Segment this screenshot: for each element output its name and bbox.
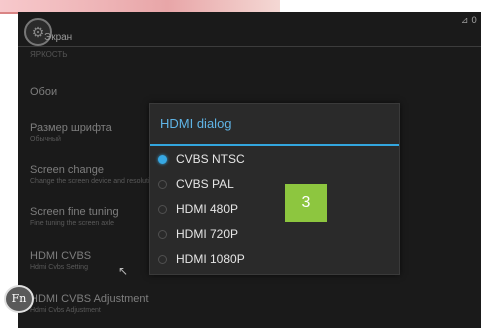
option-label: HDMI 480P [176,202,239,216]
header-divider [18,46,481,47]
setting-title: Размер шрифта [30,122,112,134]
setting-item-hdmi-cvbs-adjustment[interactable]: HDMI CVBS Adjustment Hdmi Cvbs Adjustmen… [30,293,149,314]
setting-item-screen-change[interactable]: Screen change Change the screen device a… [30,164,157,185]
setting-subtitle: Обычный [30,136,61,143]
radio-selected-icon[interactable] [158,154,167,164]
option-hdmi-720p[interactable]: HDMI 720P [158,225,238,243]
option-label: CVBS PAL [176,177,234,191]
setting-item-hdmi-cvbs[interactable]: HDMI CVBS Hdmi Cvbs Setting [30,250,91,271]
radio-icon[interactable] [158,254,167,264]
option-cvbs-pal[interactable]: CVBS PAL [158,175,234,193]
radio-icon[interactable] [158,204,167,214]
setting-title: Обои [30,86,58,98]
setting-subtitle: Change the screen device and resolution [30,178,158,185]
setting-title: HDMI CVBS Adjustment [30,293,149,305]
option-label: HDMI 1080P [176,252,245,266]
setting-title: HDMI CVBS [30,250,92,262]
device-screen: ⊿ 0 ⚙ Экран Яркость Обои Размер шрифта О… [18,12,481,328]
option-hdmi-1080p[interactable]: HDMI 1080P [158,250,245,268]
setting-item-font-size[interactable]: Размер шрифта Обычный [30,122,112,143]
radio-icon[interactable] [158,179,167,189]
setting-subtitle: Hdmi Cvbs Setting [30,264,88,271]
fn-logo: Fn [4,285,34,313]
section-label: Яркость [30,50,68,59]
option-label: HDMI 720P [176,227,239,241]
option-hdmi-480p[interactable]: HDMI 480P [158,200,238,218]
status-bar: ⊿ 0 [460,16,477,26]
step-number-badge: 3 [285,184,327,222]
dialog-title: HDMI dialog [160,116,232,131]
dialog-title-divider [150,144,399,146]
setting-subtitle: Hdmi Cvbs Adjustment [30,307,101,314]
hdmi-dialog: HDMI dialog CVBS NTSC CVBS PAL HDMI 480P… [149,103,400,275]
radio-icon[interactable] [158,229,167,239]
setting-item-wallpaper[interactable]: Обои [30,86,57,98]
setting-title: Screen change [30,164,104,176]
setting-subtitle: Fine tuning the screen axle [30,220,115,227]
page-title: Экран [44,32,73,43]
option-label: CVBS NTSC [176,152,245,166]
mouse-cursor-icon: ↖ [118,264,129,278]
setting-item-screen-fine-tuning[interactable]: Screen fine tuning Fine tuning the scree… [30,206,119,227]
option-cvbs-ntsc[interactable]: CVBS NTSC [158,150,245,168]
setting-title: Screen fine tuning [30,206,119,218]
